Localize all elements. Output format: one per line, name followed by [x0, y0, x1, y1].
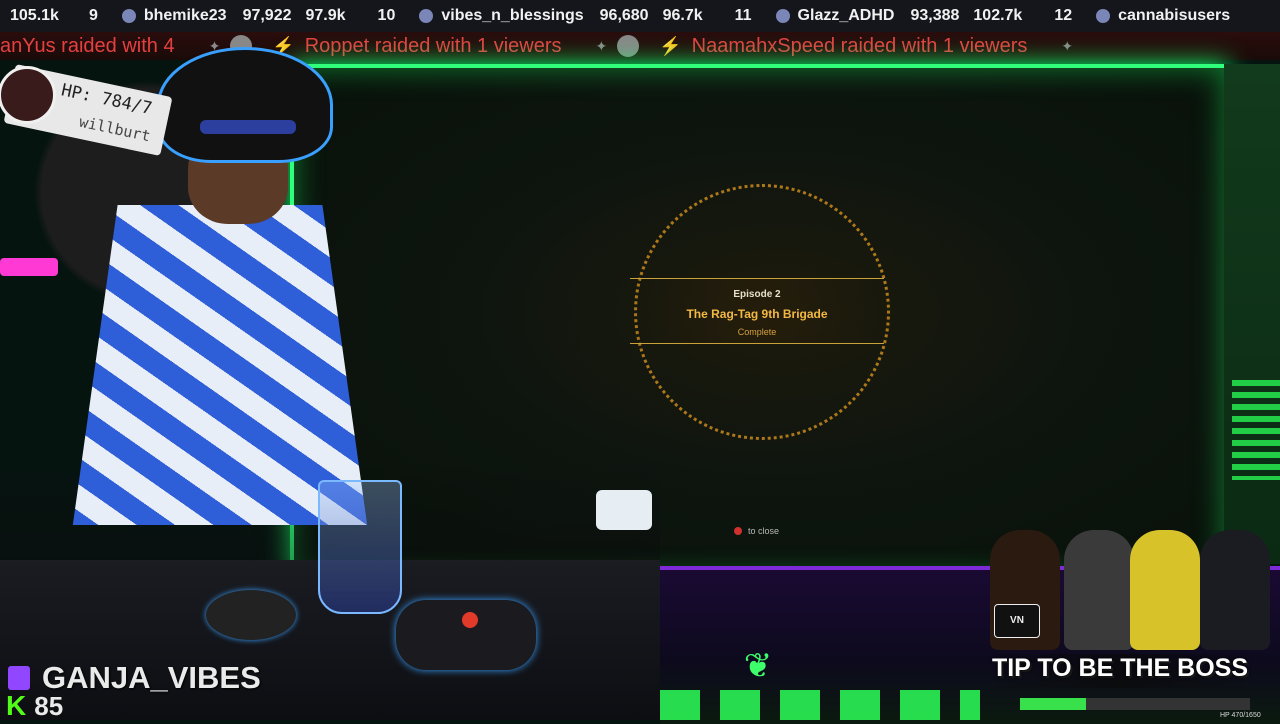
- raid-item: ⚡ NaamahxSpeed raided with 1 viewers: [659, 35, 1027, 58]
- user-badge-icon: [121, 9, 136, 23]
- jar: [596, 490, 652, 530]
- leaderboard-entry: 11 Glazz_ADHD 93,388 102.7k: [735, 7, 1039, 25]
- leaf-icon: ❦: [743, 647, 773, 685]
- character-figure: [1064, 530, 1134, 650]
- streamer-headband: [200, 120, 296, 134]
- user-badge-icon: [1096, 9, 1111, 23]
- leaderboard-ticker: 105.1k 9 bhemike23 97,922 97.9k 10 vibes…: [0, 0, 1280, 32]
- episode-status: Complete: [737, 327, 777, 337]
- glass-bong: [318, 480, 402, 614]
- twitch-icon: [8, 666, 30, 690]
- close-hint-text: to close: [748, 526, 780, 536]
- leaderboard-total: 102.7k: [973, 7, 1023, 24]
- leaderboard-total: 96.7k: [662, 7, 703, 24]
- episode-title: The Rag-Tag 9th Brigade: [686, 307, 828, 321]
- character-figure: [1130, 530, 1200, 650]
- leaderboard-username: vibes_n_blessings: [441, 7, 584, 24]
- raid-text: anYus raided with 4: [0, 34, 175, 57]
- neon-sign-decoration: [0, 258, 58, 276]
- kick-viewer-count: K 85: [6, 690, 63, 722]
- avatar: [617, 35, 640, 57]
- tip-banner[interactable]: TIP TO BE THE BOSS: [990, 654, 1250, 688]
- raid-text: Roppet raided with 1 viewers: [304, 34, 562, 57]
- leaderboard-entry: 9 bhemike23 97,922 97.9k: [89, 7, 362, 25]
- leaderboard-score: 96,680: [599, 7, 649, 24]
- button-prompt-icon: [734, 527, 742, 535]
- character-figure: [1200, 530, 1270, 650]
- streamer-hat: [160, 50, 330, 160]
- raid-text: NaamahxSpeed raided with 1 viewers: [691, 34, 1028, 57]
- tip-hp-text: HP 470/1650: [1220, 712, 1261, 719]
- raid-item: ⚡ Roppet raided with 1 viewers: [272, 35, 561, 58]
- raid-ticker: anYus raided with 4 ✦ ⚡ Roppet raided wi…: [0, 32, 1280, 60]
- hp-username: willburt: [77, 112, 152, 146]
- leaderboard-rank: 12: [1054, 7, 1073, 24]
- leaderboard-rank: 10: [377, 7, 396, 24]
- tip-progress-bar: [1020, 698, 1250, 710]
- close-hint[interactable]: to close: [734, 526, 779, 536]
- episode-label: Episode 2: [733, 289, 781, 300]
- leaderboard-entry: 10 vibes_n_blessings 96,680 96.7k: [378, 7, 719, 25]
- episode-complete-card: Episode 2 The Rag-Tag 9th Brigade Comple…: [630, 278, 884, 344]
- star-icon: ✦: [1061, 37, 1074, 54]
- tip-progress-fill: [1020, 698, 1086, 710]
- leaderboard-username: Glazz_ADHD: [797, 7, 895, 24]
- vibe-nation-logo: VN: [994, 604, 1040, 638]
- leaderboard-total: 97.9k: [305, 7, 346, 24]
- user-badge-icon: [775, 9, 790, 23]
- right-decoration-panel: [1224, 64, 1280, 564]
- game-controller: [396, 600, 536, 670]
- leaderboard-rank: 9: [88, 7, 98, 24]
- leaderboard-entry: 12 cannabisusers: [1054, 7, 1246, 25]
- leaderboard-rank: 11: [734, 7, 752, 24]
- gaming-mouse: [206, 590, 296, 640]
- user-badge-icon: [419, 9, 434, 23]
- channel-name-text: GANJA_VIBES: [42, 660, 261, 695]
- lightning-icon: ⚡: [659, 35, 682, 56]
- avatar: [0, 66, 56, 124]
- star-icon: ✦: [595, 37, 608, 54]
- audio-visualizer-bottom: [660, 690, 980, 720]
- raid-item: anYus raided with 4: [0, 35, 175, 58]
- leaderboard-score: 93,388: [910, 7, 960, 24]
- kick-count: 85: [34, 690, 64, 721]
- hp-value: HP: 784/7: [59, 80, 154, 120]
- leaderboard-username: bhemike23: [143, 7, 227, 24]
- leaderboard-username: cannabisusers: [1118, 7, 1231, 24]
- leaderboard-lead-value: 105.1k: [10, 7, 59, 24]
- controller-button: [462, 612, 478, 628]
- audio-visualizer: [1232, 380, 1280, 480]
- leaderboard-score: 97,922: [242, 7, 292, 24]
- kick-icon: K: [6, 690, 27, 721]
